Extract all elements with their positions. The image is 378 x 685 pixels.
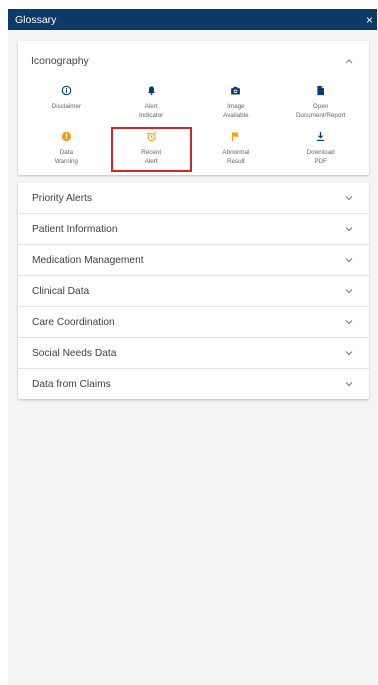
glossary-titlebar: Glossary ×: [8, 9, 377, 30]
legend-item-abnormal-result: Abnormal Result: [194, 131, 279, 169]
legend-item-label: Disclaimer: [51, 103, 82, 111]
legend-item-data-warning: Data Warning: [24, 131, 109, 169]
info-circle-icon: [61, 85, 72, 102]
chevron-down-icon[interactable]: [345, 224, 353, 234]
accordion-label: Medication Management: [32, 254, 144, 266]
legend-item-open-document-report: Open Document/Report: [278, 85, 363, 123]
accordion-clinical-data[interactable]: Clinical Data: [18, 275, 369, 306]
legend-item-recent-alert: Recent Alert: [109, 127, 194, 172]
warning-circle-icon: [61, 131, 72, 148]
chevron-down-icon[interactable]: [345, 379, 353, 389]
legend-item-label: Download: [306, 149, 335, 157]
legend-item-label: Available: [223, 112, 249, 120]
chevron-up-icon[interactable]: [345, 56, 353, 66]
accordion-label: Patient Information: [32, 223, 118, 235]
flag-icon: [230, 131, 241, 148]
legend-item-label: Result: [226, 158, 245, 166]
legend-item-image-available: Image Available: [194, 85, 279, 123]
accordion-label: Social Needs Data: [32, 347, 117, 359]
chevron-down-icon[interactable]: [345, 255, 353, 265]
legend-item-label: Abnormal: [222, 149, 250, 157]
accordion-medication-management[interactable]: Medication Management: [18, 244, 369, 275]
accordion-data-from-claims[interactable]: Data from Claims: [18, 368, 369, 399]
legend-item-label: Alert: [144, 158, 158, 166]
legend-item-label: Warning: [54, 158, 78, 166]
download-icon: [315, 131, 326, 148]
accordion-label: Data from Claims: [32, 378, 111, 390]
chevron-down-icon[interactable]: [345, 286, 353, 296]
iconography-header[interactable]: Iconography: [18, 41, 369, 81]
legend-item-label: Image: [227, 103, 245, 111]
legend-item-label: Document/Report: [295, 112, 346, 120]
alarm-clock-icon: [146, 131, 157, 148]
legend-item-label: Open: [312, 103, 329, 111]
accordion-label: Priority Alerts: [32, 192, 93, 204]
legend-item-label: Recent: [141, 149, 162, 157]
legend-item-label: Alert: [144, 103, 158, 111]
iconography-card: Iconography Disclaimer Alert Indicator Imag…: [18, 41, 369, 175]
close-icon[interactable]: ×: [366, 14, 373, 26]
legend-item-label: PDF: [314, 158, 327, 166]
accordion-social-needs-data[interactable]: Social Needs Data: [18, 337, 369, 368]
legend-item-download-pdf: Download PDF: [278, 131, 363, 169]
icon-legend-grid: Disclaimer Alert Indicator Image Available Op…: [18, 81, 369, 175]
camera-icon: [230, 85, 241, 102]
legend-item-alert-indicator: Alert Indicator: [109, 85, 194, 123]
legend-item-label: Indicator: [139, 112, 164, 120]
chevron-down-icon[interactable]: [345, 348, 353, 358]
document-icon: [315, 85, 326, 102]
glossary-sections: Priority Alerts Patient Information Medica…: [18, 183, 369, 399]
iconography-title: Iconography: [31, 55, 89, 67]
glossary-panel: Glossary × Iconography Disclaimer Alert In…: [8, 9, 377, 685]
chevron-down-icon[interactable]: [345, 193, 353, 203]
accordion-label: Clinical Data: [32, 285, 90, 297]
legend-item-disclaimer: Disclaimer: [24, 85, 109, 123]
accordion-priority-alerts[interactable]: Priority Alerts: [18, 183, 369, 213]
legend-item-label: Data: [59, 149, 74, 157]
accordion-patient-information[interactable]: Patient Information: [18, 213, 369, 244]
panel-title: Glossary: [15, 13, 57, 26]
accordion-care-coordination[interactable]: Care Coordination: [18, 306, 369, 337]
accordion-label: Care Coordination: [32, 316, 115, 328]
bell-icon: [146, 85, 157, 102]
chevron-down-icon[interactable]: [345, 317, 353, 327]
